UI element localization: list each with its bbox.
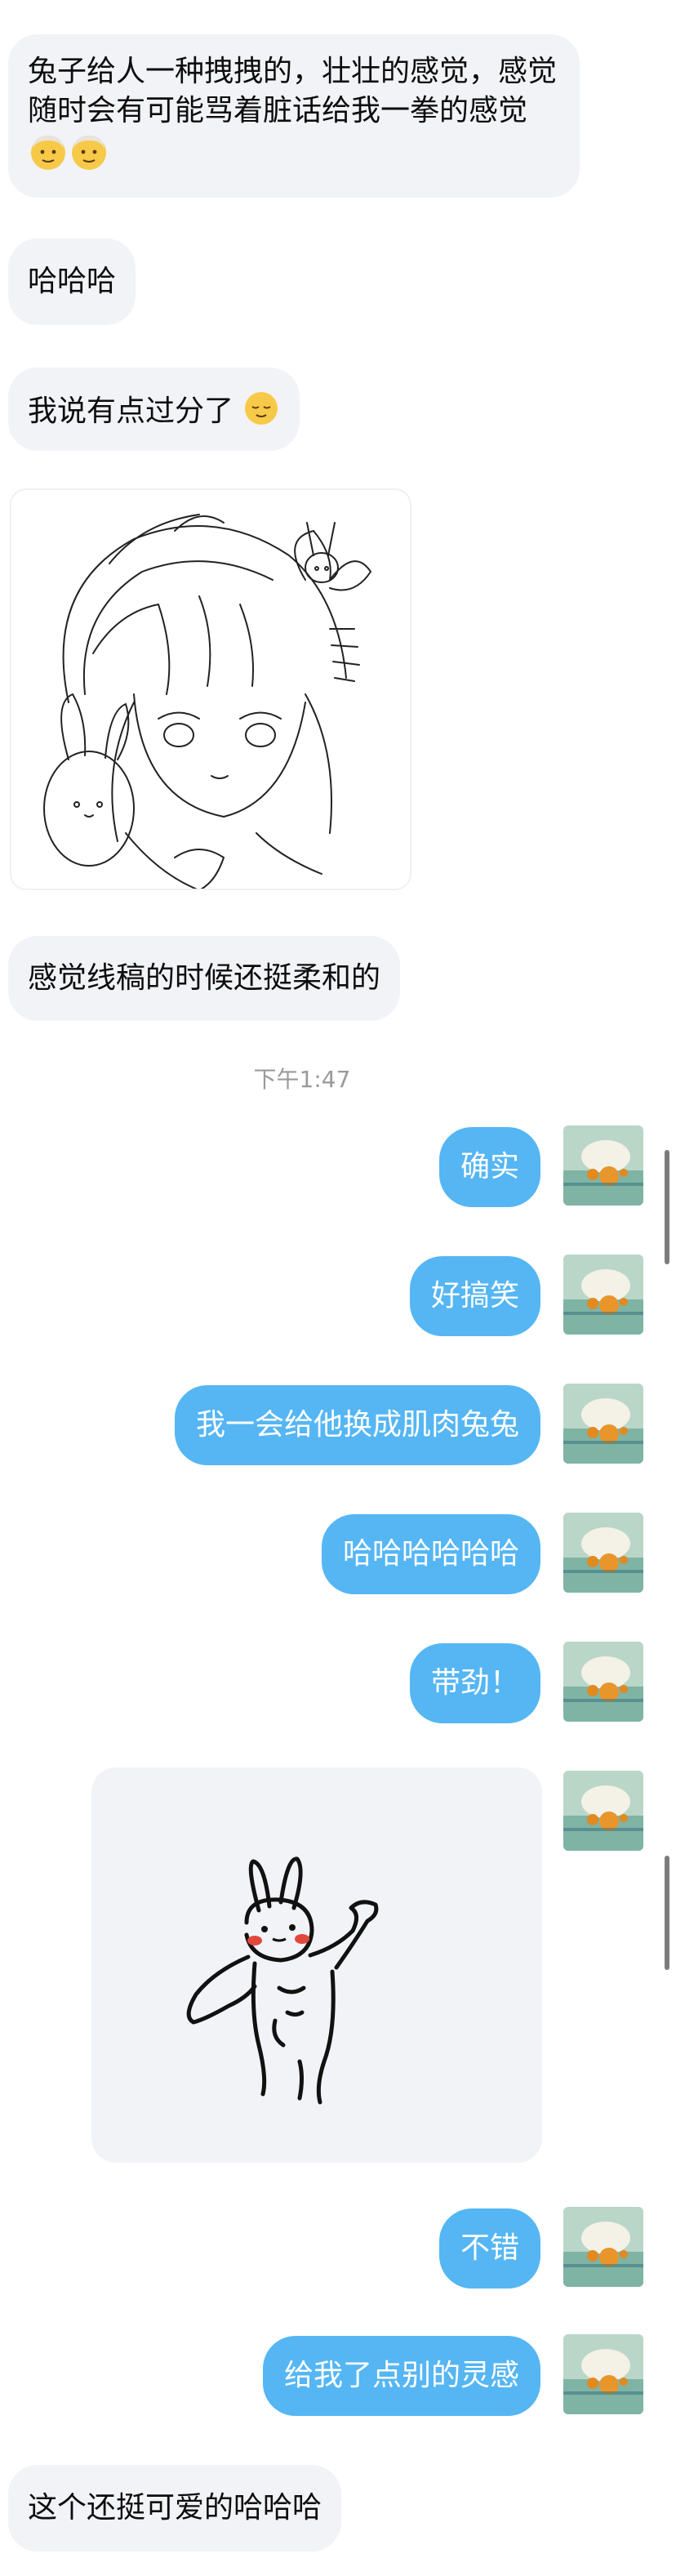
- line-art-image[interactable]: [10, 488, 411, 890]
- avatar-icon[interactable]: [563, 2334, 643, 2414]
- avatar-icon[interactable]: [563, 1513, 643, 1593]
- incoming-message-2[interactable]: 哈哈哈: [8, 238, 136, 325]
- message-text: 不错: [460, 2231, 519, 2265]
- message-text: 感觉线稿的时候还挺柔和的: [28, 961, 381, 995]
- message-text: 确实: [460, 1150, 519, 1183]
- relieved-face-emoji-icon: [242, 390, 280, 438]
- message-text: 带劲！: [430, 1666, 519, 1700]
- message-text: 兔子给人一种拽拽的，壮壮的感觉，感觉随时会有可能骂着脏话给我一拳的感觉: [28, 55, 558, 127]
- message-text: 哈哈哈: [28, 265, 117, 298]
- older-person-emoji-icon: [28, 131, 69, 182]
- outgoing-message-6[interactable]: 不错: [438, 2208, 540, 2289]
- message-timestamp: 下午1:47: [253, 1066, 351, 1093]
- avatar-icon[interactable]: [563, 2207, 643, 2287]
- incoming-message-4[interactable]: 感觉线稿的时候还挺柔和的: [8, 936, 401, 1021]
- older-person-emoji-icon: [69, 131, 109, 182]
- scrollbar-thumb[interactable]: [665, 1150, 669, 1264]
- outgoing-message-2[interactable]: 好搞笑: [409, 1256, 540, 1336]
- avatar-icon[interactable]: [563, 1255, 643, 1335]
- avatar-icon[interactable]: [563, 1771, 643, 1851]
- message-text: 给我了点别的灵感: [283, 2359, 519, 2392]
- incoming-message-1[interactable]: 兔子给人一种拽拽的，壮壮的感觉，感觉随时会有可能骂着脏话给我一拳的感觉: [8, 34, 580, 198]
- outgoing-message-5[interactable]: 带劲！: [409, 1643, 540, 1723]
- outgoing-message-1[interactable]: 确实: [438, 1127, 540, 1207]
- message-text: 哈哈哈哈哈哈: [342, 1537, 519, 1571]
- message-text: 我说有点过分了: [28, 394, 234, 428]
- message-text: 好搞笑: [430, 1279, 519, 1313]
- outgoing-message-4[interactable]: 哈哈哈哈哈哈: [321, 1514, 540, 1594]
- avatar-icon[interactable]: [563, 1125, 643, 1206]
- message-text: 我一会给他换成肌肉兔兔: [195, 1408, 519, 1442]
- scrollbar-thumb[interactable]: [665, 1856, 669, 1970]
- avatar-icon[interactable]: [563, 1642, 643, 1722]
- avatar-icon[interactable]: [563, 1384, 643, 1464]
- muscle-bunny-image[interactable]: [91, 1767, 542, 2163]
- outgoing-message-3[interactable]: 我一会给他换成肌肉兔兔: [174, 1385, 540, 1465]
- muscle-bunny-drawing: [186, 1856, 379, 2105]
- outgoing-message-7[interactable]: 给我了点别的灵感: [262, 2336, 540, 2416]
- message-text: 这个还挺可爱的哈哈哈: [28, 2491, 322, 2525]
- line-art-drawing: [43, 514, 372, 889]
- incoming-message-5[interactable]: 这个还挺可爱的哈哈哈: [8, 2465, 342, 2551]
- incoming-message-3[interactable]: 我说有点过分了: [8, 368, 300, 451]
